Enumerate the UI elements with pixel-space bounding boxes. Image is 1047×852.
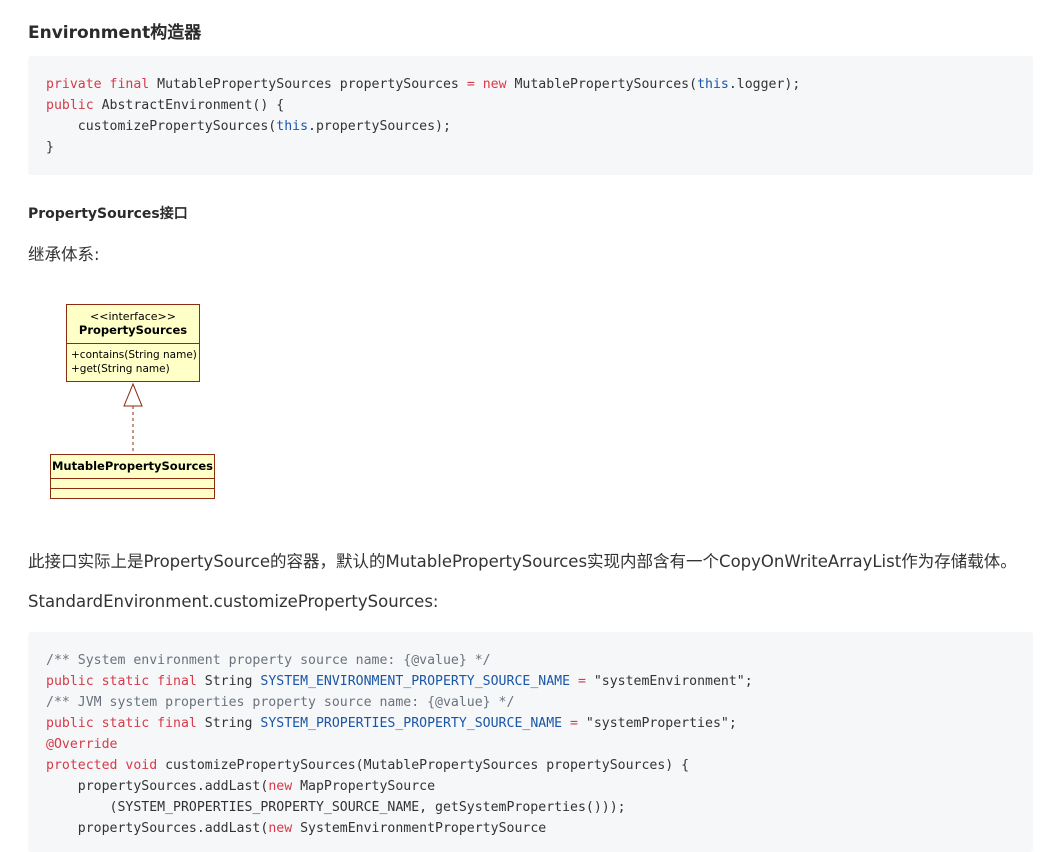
code-token: propertySources.addLast( — [46, 779, 269, 794]
code-token: customizePropertySources( — [46, 119, 277, 134]
code-token: AbstractEnvironment() { — [101, 98, 285, 113]
code-token: public static final — [46, 716, 205, 731]
code-token: propertySources.addLast( — [46, 821, 269, 836]
code-token: public static final — [46, 674, 205, 689]
code-line: /** JVM system properties property sourc… — [46, 692, 1015, 713]
code-block-environment-constructor: private final MutablePropertySources pro… — [28, 56, 1033, 175]
code-token: .propertySources); — [308, 119, 451, 134]
code-token: SYSTEM_PROPERTIES_PROPERTY_SOURCE_NAME — [260, 716, 563, 731]
code-token: String — [204, 674, 261, 689]
code-token: this — [276, 119, 309, 134]
code-token: .logger); — [728, 77, 801, 92]
code-line: } — [46, 137, 1015, 158]
uml-stereotype: <<interface>> — [90, 310, 176, 323]
code-token: @Override — [46, 737, 118, 752]
uml-interface-name: PropertySources — [78, 323, 188, 337]
code-token: MapPropertySource — [300, 779, 436, 794]
paragraph-description: 此接口实际上是PropertySource的容器，默认的MutablePrope… — [28, 552, 1017, 571]
code-line: public static final String SYSTEM_ENVIRO… — [46, 671, 1015, 692]
code-line: protected void customizePropertySources(… — [46, 755, 1015, 776]
code-token: private final — [46, 77, 158, 92]
code-token: } — [46, 140, 54, 155]
code-line: @Override — [46, 734, 1015, 755]
code-token: "systemProperties" — [585, 716, 729, 731]
code-token: "systemEnvironment" — [593, 674, 745, 689]
code-token: = new — [466, 77, 515, 92]
code-token: SYSTEM_ENVIRONMENT_PROPERTY_SOURCE_NAME — [260, 674, 571, 689]
uml-method: +contains(String name) — [71, 349, 197, 361]
uml-interface-box: <<interface>> PropertySources +contains(… — [66, 304, 200, 382]
code-token: String — [204, 716, 261, 731]
code-token: = — [562, 716, 586, 731]
code-token: /** System environment property source n… — [46, 653, 491, 668]
code-token: public — [46, 98, 102, 113]
heading-property-sources-interface: PropertySources接口 — [28, 206, 188, 222]
code-token: SystemEnvironmentPropertySource — [300, 821, 547, 836]
code-token: protected void — [46, 758, 166, 773]
code-line: customizePropertySources(this.propertySo… — [46, 116, 1015, 137]
code-line: propertySources.addLast(new SystemEnviro… — [46, 818, 1015, 839]
paragraph-inheritance: 继承体系: — [28, 245, 100, 264]
code-token: MutablePropertySources( — [514, 77, 698, 92]
code-token: = — [570, 674, 594, 689]
code-token: this — [697, 77, 729, 92]
code-token: /** JVM system properties property sourc… — [46, 695, 515, 710]
paragraph-standard-environment: StandardEnvironment.customizePropertySou… — [28, 592, 439, 611]
uml-implementation-box: MutablePropertySources — [50, 454, 215, 499]
realization-arrow-icon — [123, 382, 143, 407]
code-line: /** System environment property source n… — [46, 650, 1015, 671]
heading-environment-constructor: Environment构造器 — [28, 23, 202, 43]
code-line: (SYSTEM_PROPERTIES_PROPERTY_SOURCE_NAME,… — [46, 797, 1015, 818]
uml-method: +get(String name) — [71, 363, 170, 375]
code-token: new — [268, 779, 301, 794]
code-line: public static final String SYSTEM_PROPER… — [46, 713, 1015, 734]
uml-impl-name: MutablePropertySources — [51, 459, 214, 473]
code-line: private final MutablePropertySources pro… — [46, 74, 1015, 95]
code-block-customize-property-sources: /** System environment property source n… — [28, 632, 1033, 852]
code-token: ; — [744, 674, 753, 689]
uml-diagram: <<interface>> PropertySources +contains(… — [48, 300, 238, 505]
code-token: MutablePropertySources propertySources — [157, 77, 467, 92]
code-token: customizePropertySources(MutableProperty… — [165, 758, 690, 773]
code-line: public AbstractEnvironment() { — [46, 95, 1015, 116]
code-token: ; — [728, 716, 737, 731]
code-line: propertySources.addLast(new MapPropertyS… — [46, 776, 1015, 797]
code-token: (SYSTEM_PROPERTIES_PROPERTY_SOURCE_NAME,… — [46, 800, 626, 815]
code-token: new — [268, 821, 301, 836]
